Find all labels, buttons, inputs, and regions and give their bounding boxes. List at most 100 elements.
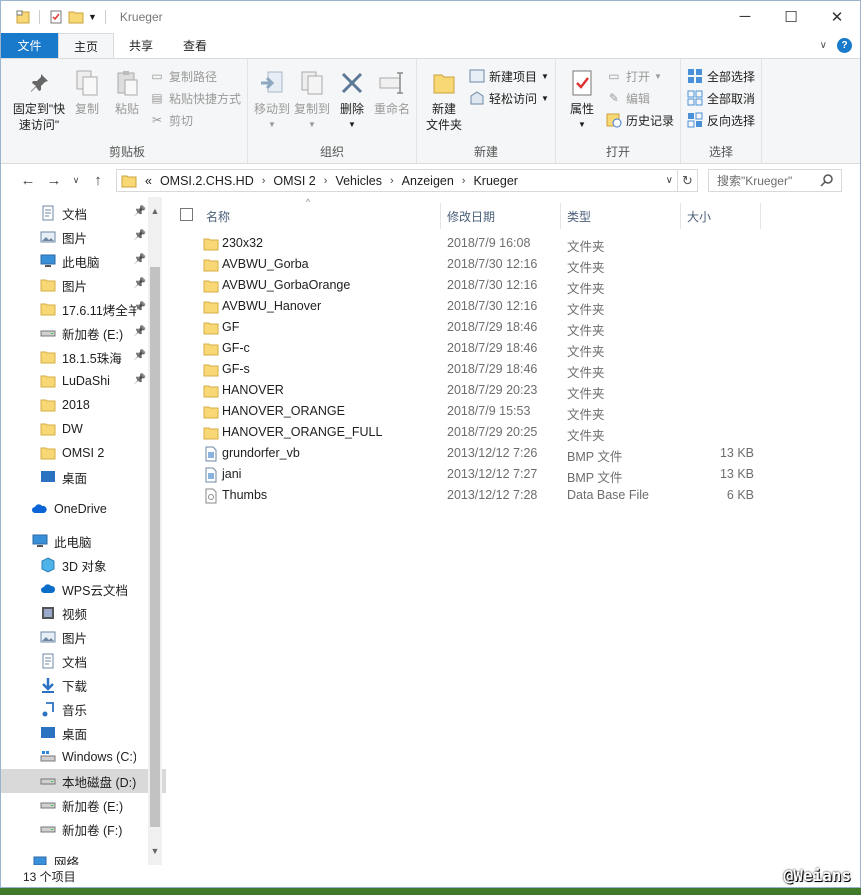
new-item-button[interactable]: 新建项目 ▼ [469, 67, 549, 85]
select-none-button[interactable]: 全部取消 [687, 89, 755, 107]
copy-button[interactable]: 复制 [67, 63, 107, 143]
recent-locations-button[interactable]: ∨ [67, 175, 85, 186]
tab-home[interactable]: 主页 [58, 33, 115, 58]
invert-selection-button[interactable]: 反向选择 [687, 111, 755, 129]
this-pc-item[interactable]: 新加卷 (E:) [1, 793, 166, 817]
file-row[interactable]: GF-c 2018/7/29 18:46 文件夹 [166, 338, 860, 359]
quick-access-item[interactable]: DW [1, 417, 166, 441]
address-bar[interactable]: « OMSI.2.CHS.HD › OMSI 2 › Vehicles › Anzei… [116, 169, 678, 192]
column-type[interactable]: 类型 [567, 208, 591, 225]
this-pc-item[interactable]: 桌面 [1, 721, 166, 745]
select-all-button[interactable]: 全部选择 [687, 67, 755, 85]
easy-access-button[interactable]: 轻松访问 ▼ [469, 89, 549, 107]
this-pc-item[interactable]: 新加卷 (F:) [1, 817, 166, 841]
paste-button[interactable]: 粘贴 [107, 63, 147, 143]
up-button[interactable]: ↑ [85, 172, 111, 189]
open-button[interactable]: ▭ 打开 ▼ [606, 67, 674, 85]
breadcrumb-separator-icon[interactable]: › [324, 175, 328, 187]
this-pc-item[interactable]: 图片 [1, 625, 166, 649]
nav-scroll-thumb[interactable] [150, 267, 160, 827]
rename-button[interactable]: 重命名 [372, 63, 412, 143]
scroll-up-icon[interactable]: ▲ [148, 203, 162, 219]
this-pc-item[interactable]: 3D 对象 [1, 553, 166, 577]
delete-button[interactable]: 删除 ▼ [332, 63, 372, 143]
new-folder-qat-icon[interactable] [68, 9, 84, 25]
nav-this-pc[interactable]: 此电脑 [1, 529, 166, 553]
tab-share[interactable]: 共享 [114, 33, 168, 58]
tab-view[interactable]: 查看 [168, 33, 222, 58]
breadcrumb-anzeigen[interactable]: Anzeigen [402, 174, 454, 188]
history-button[interactable]: 历史记录 [606, 111, 674, 129]
properties-button[interactable]: 属性 ▼ [560, 63, 604, 143]
file-row[interactable]: grundorfer_vb 2013/12/12 7:26 BMP 文件 13 KB [166, 443, 860, 464]
pin-quick-access-button[interactable]: 固定到"快速访问" [11, 63, 67, 143]
this-pc-item[interactable]: WPS云文档 [1, 577, 166, 601]
address-dropdown-icon[interactable]: ∨ [666, 175, 673, 186]
quick-access-item[interactable]: 2018 [1, 393, 166, 417]
quick-access-item[interactable]: LuDaShi 📌 [1, 369, 166, 393]
file-row[interactable]: AVBWU_Hanover 2018/7/30 12:16 文件夹 [166, 296, 860, 317]
file-row[interactable]: AVBWU_Gorba 2018/7/30 12:16 文件夹 [166, 254, 860, 275]
file-row[interactable]: 230x32 2018/7/9 16:08 文件夹 [166, 233, 860, 254]
column-name[interactable]: 名称 [206, 208, 230, 225]
nav-onedrive[interactable]: OneDrive [1, 497, 166, 521]
file-row[interactable]: AVBWU_GorbaOrange 2018/7/30 12:16 文件夹 [166, 275, 860, 296]
minimize-button[interactable]: ─ [722, 1, 768, 32]
breadcrumb-omsi2[interactable]: OMSI 2 [273, 174, 315, 188]
this-pc-item[interactable]: 下载 [1, 673, 166, 697]
file-row[interactable]: GF 2018/7/29 18:46 文件夹 [166, 317, 860, 338]
refresh-button[interactable]: ↻ [678, 169, 698, 192]
this-pc-item[interactable]: Windows (C:) [1, 745, 166, 769]
breadcrumb-separator-icon[interactable]: › [390, 175, 394, 187]
breadcrumb-krueger[interactable]: Krueger [473, 174, 517, 188]
file-row[interactable]: HANOVER_ORANGE 2018/7/9 15:53 文件夹 [166, 401, 860, 422]
help-icon[interactable]: ? [837, 38, 852, 53]
quick-access-item[interactable]: 18.1.5珠海 📌 [1, 345, 166, 369]
file-row[interactable]: HANOVER 2018/7/29 20:23 文件夹 [166, 380, 860, 401]
quick-access-item[interactable]: 此电脑 📌 [1, 249, 166, 273]
back-button[interactable]: ← [15, 172, 41, 189]
nav-network[interactable]: 网络 [1, 849, 166, 865]
breadcrumb-omsi-chs[interactable]: OMSI.2.CHS.HD [160, 174, 254, 188]
file-row[interactable]: GF-s 2018/7/29 18:46 文件夹 [166, 359, 860, 380]
copy-path-button[interactable]: ▭ 复制路径 [149, 67, 241, 85]
close-button[interactable]: ✕ [814, 1, 860, 32]
copy-to-button[interactable]: 复制到 ▼ [292, 63, 332, 143]
ribbon-collapse-icon[interactable]: ∨ [820, 40, 827, 51]
scroll-down-icon[interactable]: ▼ [148, 843, 162, 859]
forward-button[interactable]: → [41, 172, 67, 189]
move-to-button[interactable]: 移动到 ▼ [252, 63, 292, 143]
this-pc-item[interactable]: 视频 [1, 601, 166, 625]
search-input[interactable]: 搜索"Krueger" [708, 169, 842, 192]
this-pc-item[interactable]: 本地磁盘 (D:) [1, 769, 166, 793]
file-row[interactable]: Thumbs 2013/12/12 7:28 Data Base File 6 KB [166, 485, 860, 506]
search-icon[interactable] [820, 173, 834, 187]
cut-button[interactable]: ✂ 剪切 [149, 111, 241, 129]
breadcrumb-separator-icon[interactable]: › [462, 175, 466, 187]
quick-access-item[interactable]: 17.6.11烤全羊 📌 [1, 297, 166, 321]
nav-scrollbar[interactable]: ▲ ▼ [148, 197, 162, 865]
breadcrumb-vehicles[interactable]: Vehicles [335, 174, 382, 188]
select-all-checkbox[interactable] [180, 208, 193, 221]
this-pc-item[interactable]: 文档 [1, 649, 166, 673]
address-overflow[interactable]: « [145, 174, 152, 188]
new-folder-button[interactable]: 新建 文件夹 [421, 63, 467, 143]
quick-access-item[interactable]: 文档 📌 [1, 201, 166, 225]
maximize-button[interactable]: ☐ [768, 1, 814, 32]
properties-qat-icon[interactable] [48, 9, 64, 25]
edit-button[interactable]: ✎ 编辑 [606, 89, 674, 107]
paste-shortcut-button[interactable]: ▤ 粘贴快捷方式 [149, 89, 241, 107]
column-date[interactable]: 修改日期 [447, 208, 495, 225]
quick-access-item[interactable]: 图片 📌 [1, 273, 166, 297]
column-size[interactable]: 大小 [687, 208, 711, 225]
quick-access-item[interactable]: 桌面 [1, 465, 166, 489]
quick-access-item[interactable]: 新加卷 (E:) 📌 [1, 321, 166, 345]
this-pc-item[interactable]: 音乐 [1, 697, 166, 721]
quick-access-item[interactable]: OMSI 2 [1, 441, 166, 465]
file-row[interactable]: HANOVER_ORANGE_FULL 2018/7/29 20:25 文件夹 [166, 422, 860, 443]
breadcrumb-separator-icon[interactable]: › [262, 175, 266, 187]
tab-file[interactable]: 文件 [1, 33, 58, 58]
quick-access-item[interactable]: 图片 📌 [1, 225, 166, 249]
qat-dropdown-icon[interactable]: ▼ [88, 12, 97, 22]
file-row[interactable]: jani 2013/12/12 7:27 BMP 文件 13 KB [166, 464, 860, 485]
